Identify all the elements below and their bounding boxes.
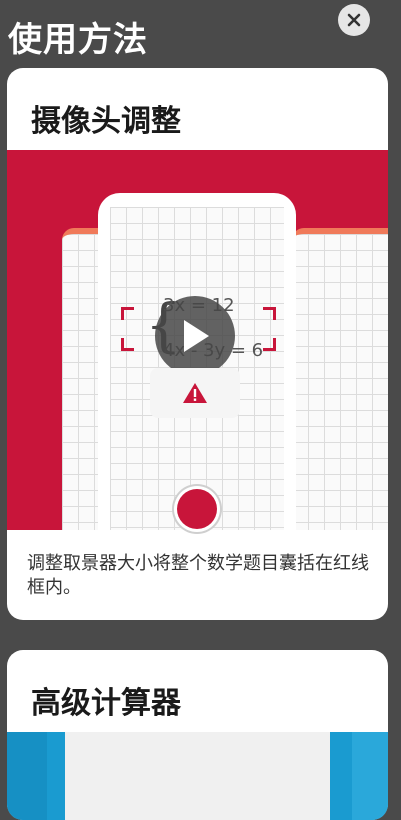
calculator-tip-card: 高级计算器 [7, 650, 388, 820]
card-title: 摄像头调整 [31, 104, 181, 139]
frame-corner [121, 307, 134, 320]
shutter-icon [177, 489, 217, 529]
card-description: 调整取景器大小将整个数学题目囊括在红线框内。 [27, 553, 369, 598]
close-button[interactable] [338, 4, 370, 36]
play-button[interactable] [155, 296, 235, 376]
card-title: 高级计算器 [31, 686, 181, 721]
frame-corner [121, 338, 134, 351]
frame-corner [263, 307, 276, 320]
illustration-panel [352, 732, 388, 820]
warning-icon [183, 383, 207, 403]
paper-illustration [65, 732, 330, 820]
camera-tip-card: 摄像头调整 { 3x = 12 4x - 3y = 6 调整取景器大小将整个数学… [7, 68, 388, 620]
play-icon [184, 320, 209, 352]
paper-illustration [292, 228, 388, 530]
illustration-panel [7, 732, 47, 820]
close-icon [347, 13, 361, 27]
frame-corner [263, 338, 276, 351]
warning-badge [150, 368, 240, 418]
page-title: 使用方法 [8, 20, 148, 60]
